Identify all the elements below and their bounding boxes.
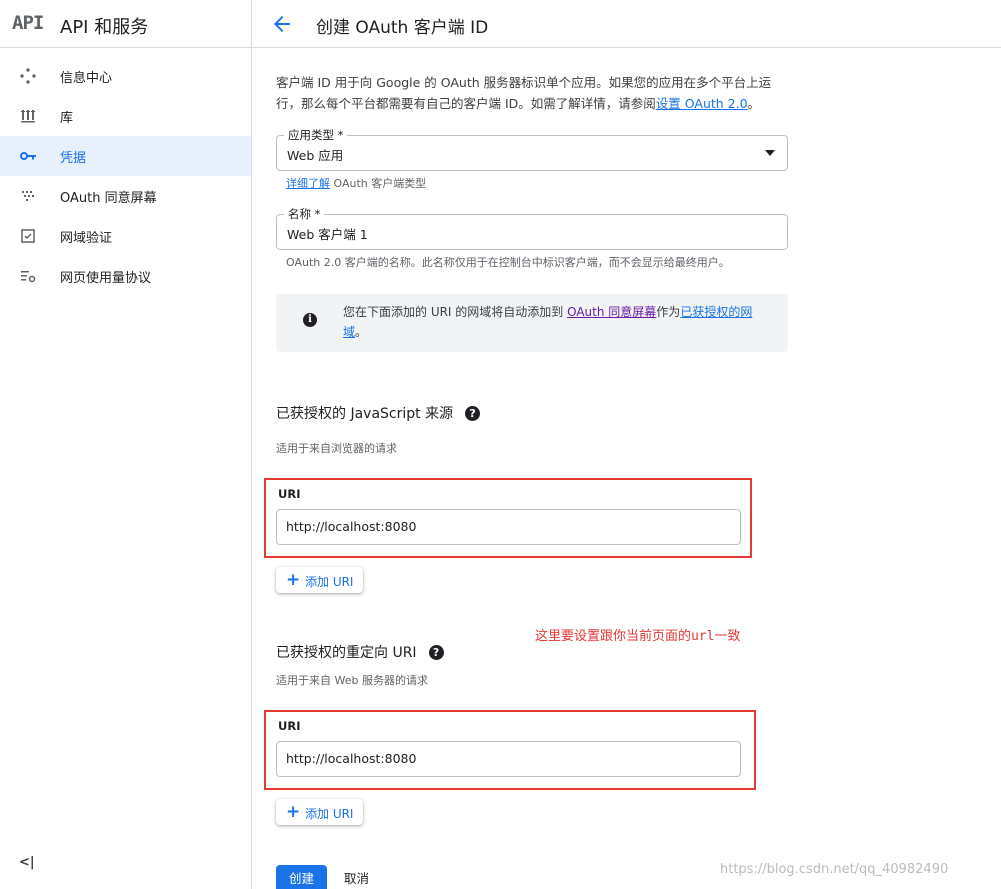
js-origins-title-text: 已获授权的 JavaScript 来源 [276, 406, 454, 422]
sidebar-item-label: OAuth 同意屏幕 [60, 191, 157, 206]
back-arrow-icon[interactable] [270, 12, 294, 36]
intro-text: 客户端 ID 用于向 Google 的 OAuth 服务器标识单个应用。如果您的… [276, 72, 790, 114]
hint-text: OAuth 客户端类型 [330, 177, 427, 190]
sidebar-item-credentials[interactable]: 凭据 [0, 136, 251, 176]
oauth-consent-link[interactable]: OAuth 同意屏幕 [567, 305, 656, 319]
uri-value: http://localhost:8080 [286, 519, 417, 534]
plus-icon: + [286, 570, 301, 590]
client-name-field[interactable]: 名称 * Web 客户端 1 [276, 207, 788, 250]
redirect-uris-title: 已获授权的重定向 URI? [276, 642, 444, 662]
learn-more-link[interactable]: 详细了解 [286, 177, 330, 190]
sidebar-item-label: 库 [60, 111, 74, 126]
add-uri-label: 添加 URI [305, 575, 354, 589]
cancel-button[interactable]: 取消 [344, 865, 382, 889]
info-banner: i 您在下面添加的 URI 的网域将自动添加到 OAuth 同意屏幕作为已获授权… [276, 294, 788, 352]
sidebar-item-label: 网域验证 [60, 231, 113, 246]
info-text: 您在下面添加的 URI 的网域将自动添加到 OAuth 同意屏幕作为已获授权的网… [343, 302, 773, 342]
sidebar: API API 和服务 信息中心 库 凭据 OAuth 同意屏幕 网域验证 网页… [0, 0, 252, 889]
redirect-uri-highlight: URI http://localhost:8080 [264, 710, 756, 790]
main-content: 客户端 ID 用于向 Google 的 OAuth 服务器标识单个应用。如果您的… [252, 48, 1001, 889]
setup-oauth-link[interactable]: 设置 OAuth 2.0 [656, 96, 748, 111]
key-icon [19, 147, 37, 165]
sidebar-item-label: 网页使用量协议 [60, 271, 152, 286]
library-icon [19, 107, 37, 125]
page-title: 创建 OAuth 客户端 ID [316, 18, 489, 38]
application-type-select[interactable]: 应用类型 * Web 应用 [276, 128, 788, 171]
help-icon[interactable]: ? [465, 406, 481, 421]
info-text-part: 您在下面添加的 URI 的网域将自动添加到 [343, 305, 568, 319]
application-type-value: Web 应用 [287, 148, 344, 163]
sidebar-item-page-usage-agreement[interactable]: 网页使用量协议 [0, 256, 251, 296]
annotation-note: 这里要设置跟你当前页面的url一致 [535, 629, 741, 644]
add-redirect-uri-button[interactable]: + 添加 URI [276, 799, 363, 825]
help-icon[interactable]: ? [428, 645, 444, 660]
sidebar-item-oauth-consent[interactable]: OAuth 同意屏幕 [0, 176, 251, 216]
sidebar-item-library[interactable]: 库 [0, 96, 251, 136]
checkbox-icon [19, 227, 37, 245]
client-name-label: 名称 * [284, 207, 325, 221]
info-icon: i [303, 313, 317, 327]
brand-header: API API 和服务 [0, 0, 252, 48]
product-title[interactable]: API 和服务 [60, 13, 148, 39]
js-origins-subtitle: 适用于来自浏览器的请求 [276, 442, 397, 455]
js-origin-uri-input[interactable]: http://localhost:8080 [276, 509, 741, 545]
application-type-hint: 详细了解 OAuth 客户端类型 [286, 175, 426, 191]
application-type-label: 应用类型 * [284, 128, 348, 142]
intro-end: 。 [747, 96, 761, 111]
info-text-part: 作为 [656, 305, 681, 319]
redirect-uri-input[interactable]: http://localhost:8080 [276, 741, 741, 777]
consent-screen-icon [19, 187, 37, 205]
info-text-part: 。 [355, 325, 368, 339]
sidebar-item-label: 凭据 [60, 151, 87, 166]
create-button[interactable]: 创建 [276, 865, 327, 889]
plus-icon: + [286, 802, 301, 822]
uri-label: URI [278, 487, 301, 501]
uri-value: http://localhost:8080 [286, 751, 417, 766]
client-name-value: Web 客户端 1 [287, 227, 368, 242]
sidebar-item-label: 信息中心 [60, 71, 113, 86]
collapse-sidebar-icon[interactable]: <| [19, 855, 35, 870]
dashboard-icon [19, 67, 37, 85]
js-origins-title: 已获授权的 JavaScript 来源? [276, 403, 481, 423]
settings-list-icon [19, 267, 37, 285]
add-uri-label: 添加 URI [305, 807, 354, 821]
page-header: 创建 OAuth 客户端 ID [252, 0, 1001, 48]
api-logo: API [12, 12, 44, 34]
sidebar-item-domain-verification[interactable]: 网域验证 [0, 216, 251, 256]
client-name-hint: OAuth 2.0 客户端的名称。此名称仅用于在控制台中标识客户端，而不会显示给… [286, 256, 730, 269]
dropdown-arrow-icon [765, 150, 775, 156]
redirect-uris-subtitle: 适用于来自 Web 服务器的请求 [276, 674, 428, 687]
add-js-origin-uri-button[interactable]: + 添加 URI [276, 567, 363, 593]
redirect-uris-title-text: 已获授权的重定向 URI [276, 645, 417, 661]
sidebar-item-dashboard[interactable]: 信息中心 [0, 56, 251, 96]
js-origin-uri-highlight: URI http://localhost:8080 [264, 478, 752, 558]
watermark: https://blog.csdn.net/qq_40982490 [720, 862, 949, 877]
uri-label: URI [278, 719, 301, 733]
